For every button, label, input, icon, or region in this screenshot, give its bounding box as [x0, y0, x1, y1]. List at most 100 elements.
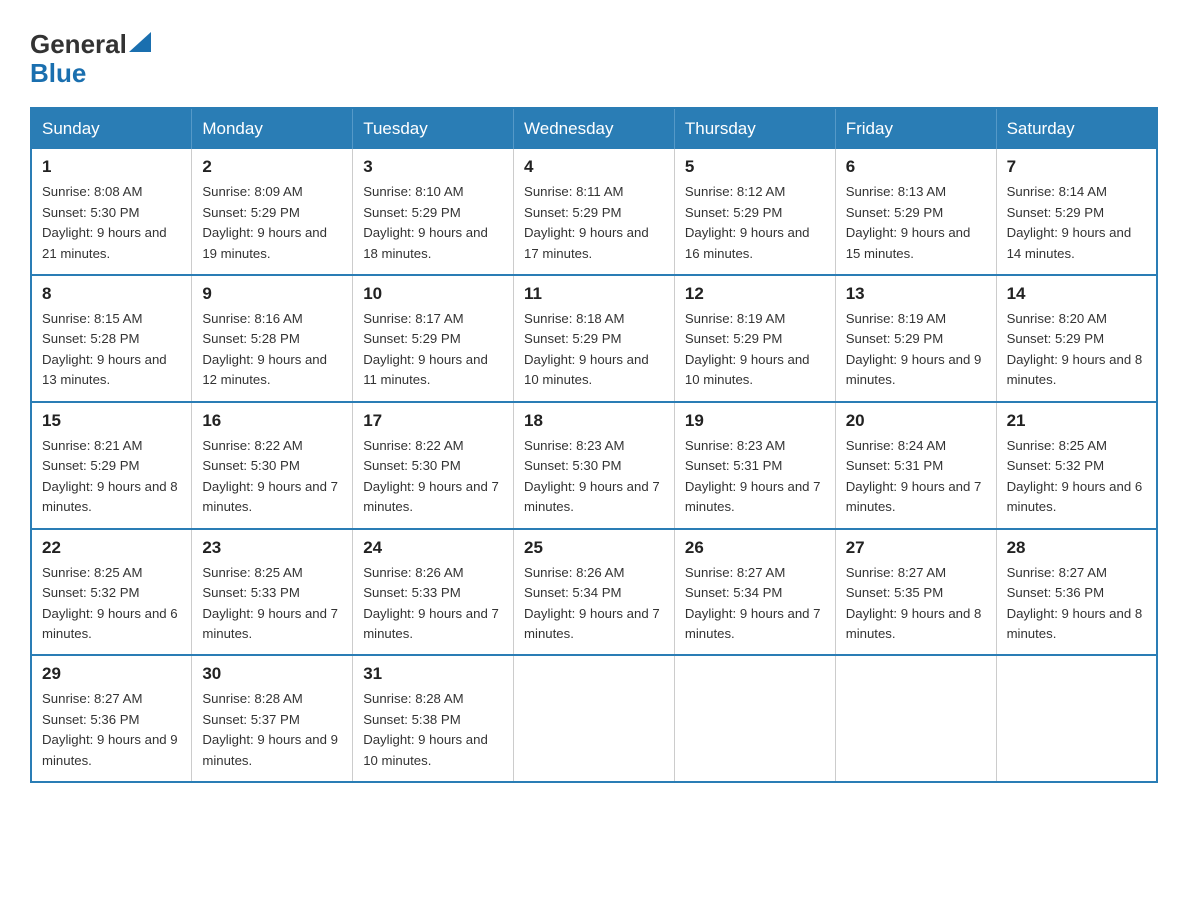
calendar-day-cell: 1 Sunrise: 8:08 AMSunset: 5:30 PMDayligh…: [31, 149, 192, 275]
day-number: 1: [42, 157, 181, 177]
calendar-header-row: SundayMondayTuesdayWednesdayThursdayFrid…: [31, 108, 1157, 149]
day-number: 14: [1007, 284, 1146, 304]
day-info: Sunrise: 8:23 AMSunset: 5:30 PMDaylight:…: [524, 438, 660, 514]
day-info: Sunrise: 8:09 AMSunset: 5:29 PMDaylight:…: [202, 184, 327, 260]
logo: General Blue: [30, 30, 151, 87]
calendar-day-cell: [835, 655, 996, 782]
day-info: Sunrise: 8:25 AMSunset: 5:33 PMDaylight:…: [202, 565, 338, 641]
day-number: 4: [524, 157, 664, 177]
page-header: General Blue: [30, 30, 1158, 87]
calendar-day-cell: 8 Sunrise: 8:15 AMSunset: 5:28 PMDayligh…: [31, 275, 192, 402]
calendar-day-cell: 2 Sunrise: 8:09 AMSunset: 5:29 PMDayligh…: [192, 149, 353, 275]
day-info: Sunrise: 8:28 AMSunset: 5:38 PMDaylight:…: [363, 691, 488, 767]
calendar-day-cell: 23 Sunrise: 8:25 AMSunset: 5:33 PMDaylig…: [192, 529, 353, 656]
calendar-day-cell: 26 Sunrise: 8:27 AMSunset: 5:34 PMDaylig…: [674, 529, 835, 656]
calendar-day-cell: 22 Sunrise: 8:25 AMSunset: 5:32 PMDaylig…: [31, 529, 192, 656]
day-number: 12: [685, 284, 825, 304]
calendar-day-cell: 9 Sunrise: 8:16 AMSunset: 5:28 PMDayligh…: [192, 275, 353, 402]
calendar-day-cell: 29 Sunrise: 8:27 AMSunset: 5:36 PMDaylig…: [31, 655, 192, 782]
day-number: 29: [42, 664, 181, 684]
day-number: 9: [202, 284, 342, 304]
day-info: Sunrise: 8:14 AMSunset: 5:29 PMDaylight:…: [1007, 184, 1132, 260]
day-info: Sunrise: 8:22 AMSunset: 5:30 PMDaylight:…: [363, 438, 499, 514]
calendar-day-cell: 28 Sunrise: 8:27 AMSunset: 5:36 PMDaylig…: [996, 529, 1157, 656]
day-info: Sunrise: 8:27 AMSunset: 5:36 PMDaylight:…: [42, 691, 178, 767]
day-number: 7: [1007, 157, 1146, 177]
day-number: 23: [202, 538, 342, 558]
day-info: Sunrise: 8:11 AMSunset: 5:29 PMDaylight:…: [524, 184, 649, 260]
day-number: 17: [363, 411, 503, 431]
day-info: Sunrise: 8:18 AMSunset: 5:29 PMDaylight:…: [524, 311, 649, 387]
calendar-day-cell: 21 Sunrise: 8:25 AMSunset: 5:32 PMDaylig…: [996, 402, 1157, 529]
calendar-day-cell: 24 Sunrise: 8:26 AMSunset: 5:33 PMDaylig…: [353, 529, 514, 656]
day-info: Sunrise: 8:27 AMSunset: 5:36 PMDaylight:…: [1007, 565, 1143, 641]
calendar-day-cell: 31 Sunrise: 8:28 AMSunset: 5:38 PMDaylig…: [353, 655, 514, 782]
day-number: 2: [202, 157, 342, 177]
day-number: 10: [363, 284, 503, 304]
calendar-day-cell: 14 Sunrise: 8:20 AMSunset: 5:29 PMDaylig…: [996, 275, 1157, 402]
day-number: 8: [42, 284, 181, 304]
day-number: 5: [685, 157, 825, 177]
day-info: Sunrise: 8:20 AMSunset: 5:29 PMDaylight:…: [1007, 311, 1143, 387]
day-number: 11: [524, 284, 664, 304]
day-info: Sunrise: 8:21 AMSunset: 5:29 PMDaylight:…: [42, 438, 178, 514]
day-info: Sunrise: 8:25 AMSunset: 5:32 PMDaylight:…: [42, 565, 178, 641]
day-info: Sunrise: 8:10 AMSunset: 5:29 PMDaylight:…: [363, 184, 488, 260]
day-number: 19: [685, 411, 825, 431]
day-info: Sunrise: 8:25 AMSunset: 5:32 PMDaylight:…: [1007, 438, 1143, 514]
column-header-friday: Friday: [835, 108, 996, 149]
calendar-day-cell: 19 Sunrise: 8:23 AMSunset: 5:31 PMDaylig…: [674, 402, 835, 529]
day-number: 3: [363, 157, 503, 177]
day-number: 21: [1007, 411, 1146, 431]
day-info: Sunrise: 8:16 AMSunset: 5:28 PMDaylight:…: [202, 311, 327, 387]
day-info: Sunrise: 8:28 AMSunset: 5:37 PMDaylight:…: [202, 691, 338, 767]
day-info: Sunrise: 8:17 AMSunset: 5:29 PMDaylight:…: [363, 311, 488, 387]
day-number: 22: [42, 538, 181, 558]
column-header-saturday: Saturday: [996, 108, 1157, 149]
logo-blue-text: Blue: [30, 58, 86, 88]
day-info: Sunrise: 8:23 AMSunset: 5:31 PMDaylight:…: [685, 438, 821, 514]
calendar-week-row: 8 Sunrise: 8:15 AMSunset: 5:28 PMDayligh…: [31, 275, 1157, 402]
calendar-day-cell: 27 Sunrise: 8:27 AMSunset: 5:35 PMDaylig…: [835, 529, 996, 656]
calendar-day-cell: 12 Sunrise: 8:19 AMSunset: 5:29 PMDaylig…: [674, 275, 835, 402]
day-info: Sunrise: 8:15 AMSunset: 5:28 PMDaylight:…: [42, 311, 167, 387]
calendar-table: SundayMondayTuesdayWednesdayThursdayFrid…: [30, 107, 1158, 783]
calendar-day-cell: 25 Sunrise: 8:26 AMSunset: 5:34 PMDaylig…: [514, 529, 675, 656]
day-info: Sunrise: 8:13 AMSunset: 5:29 PMDaylight:…: [846, 184, 971, 260]
calendar-day-cell: 17 Sunrise: 8:22 AMSunset: 5:30 PMDaylig…: [353, 402, 514, 529]
day-info: Sunrise: 8:26 AMSunset: 5:33 PMDaylight:…: [363, 565, 499, 641]
calendar-day-cell: 15 Sunrise: 8:21 AMSunset: 5:29 PMDaylig…: [31, 402, 192, 529]
day-number: 27: [846, 538, 986, 558]
calendar-week-row: 29 Sunrise: 8:27 AMSunset: 5:36 PMDaylig…: [31, 655, 1157, 782]
calendar-day-cell: [514, 655, 675, 782]
day-info: Sunrise: 8:12 AMSunset: 5:29 PMDaylight:…: [685, 184, 810, 260]
day-number: 31: [363, 664, 503, 684]
day-info: Sunrise: 8:27 AMSunset: 5:34 PMDaylight:…: [685, 565, 821, 641]
day-number: 24: [363, 538, 503, 558]
day-number: 26: [685, 538, 825, 558]
day-number: 16: [202, 411, 342, 431]
logo-general-text: General: [30, 30, 127, 59]
calendar-day-cell: 20 Sunrise: 8:24 AMSunset: 5:31 PMDaylig…: [835, 402, 996, 529]
calendar-day-cell: 7 Sunrise: 8:14 AMSunset: 5:29 PMDayligh…: [996, 149, 1157, 275]
calendar-day-cell: 6 Sunrise: 8:13 AMSunset: 5:29 PMDayligh…: [835, 149, 996, 275]
day-number: 20: [846, 411, 986, 431]
column-header-wednesday: Wednesday: [514, 108, 675, 149]
calendar-day-cell: 16 Sunrise: 8:22 AMSunset: 5:30 PMDaylig…: [192, 402, 353, 529]
day-info: Sunrise: 8:27 AMSunset: 5:35 PMDaylight:…: [846, 565, 982, 641]
calendar-week-row: 1 Sunrise: 8:08 AMSunset: 5:30 PMDayligh…: [31, 149, 1157, 275]
day-number: 6: [846, 157, 986, 177]
day-number: 25: [524, 538, 664, 558]
day-info: Sunrise: 8:26 AMSunset: 5:34 PMDaylight:…: [524, 565, 660, 641]
day-number: 30: [202, 664, 342, 684]
day-info: Sunrise: 8:08 AMSunset: 5:30 PMDaylight:…: [42, 184, 167, 260]
day-info: Sunrise: 8:22 AMSunset: 5:30 PMDaylight:…: [202, 438, 338, 514]
column-header-monday: Monday: [192, 108, 353, 149]
day-info: Sunrise: 8:19 AMSunset: 5:29 PMDaylight:…: [685, 311, 810, 387]
day-info: Sunrise: 8:19 AMSunset: 5:29 PMDaylight:…: [846, 311, 982, 387]
day-number: 18: [524, 411, 664, 431]
calendar-day-cell: 30 Sunrise: 8:28 AMSunset: 5:37 PMDaylig…: [192, 655, 353, 782]
column-header-tuesday: Tuesday: [353, 108, 514, 149]
calendar-day-cell: [996, 655, 1157, 782]
calendar-day-cell: 18 Sunrise: 8:23 AMSunset: 5:30 PMDaylig…: [514, 402, 675, 529]
